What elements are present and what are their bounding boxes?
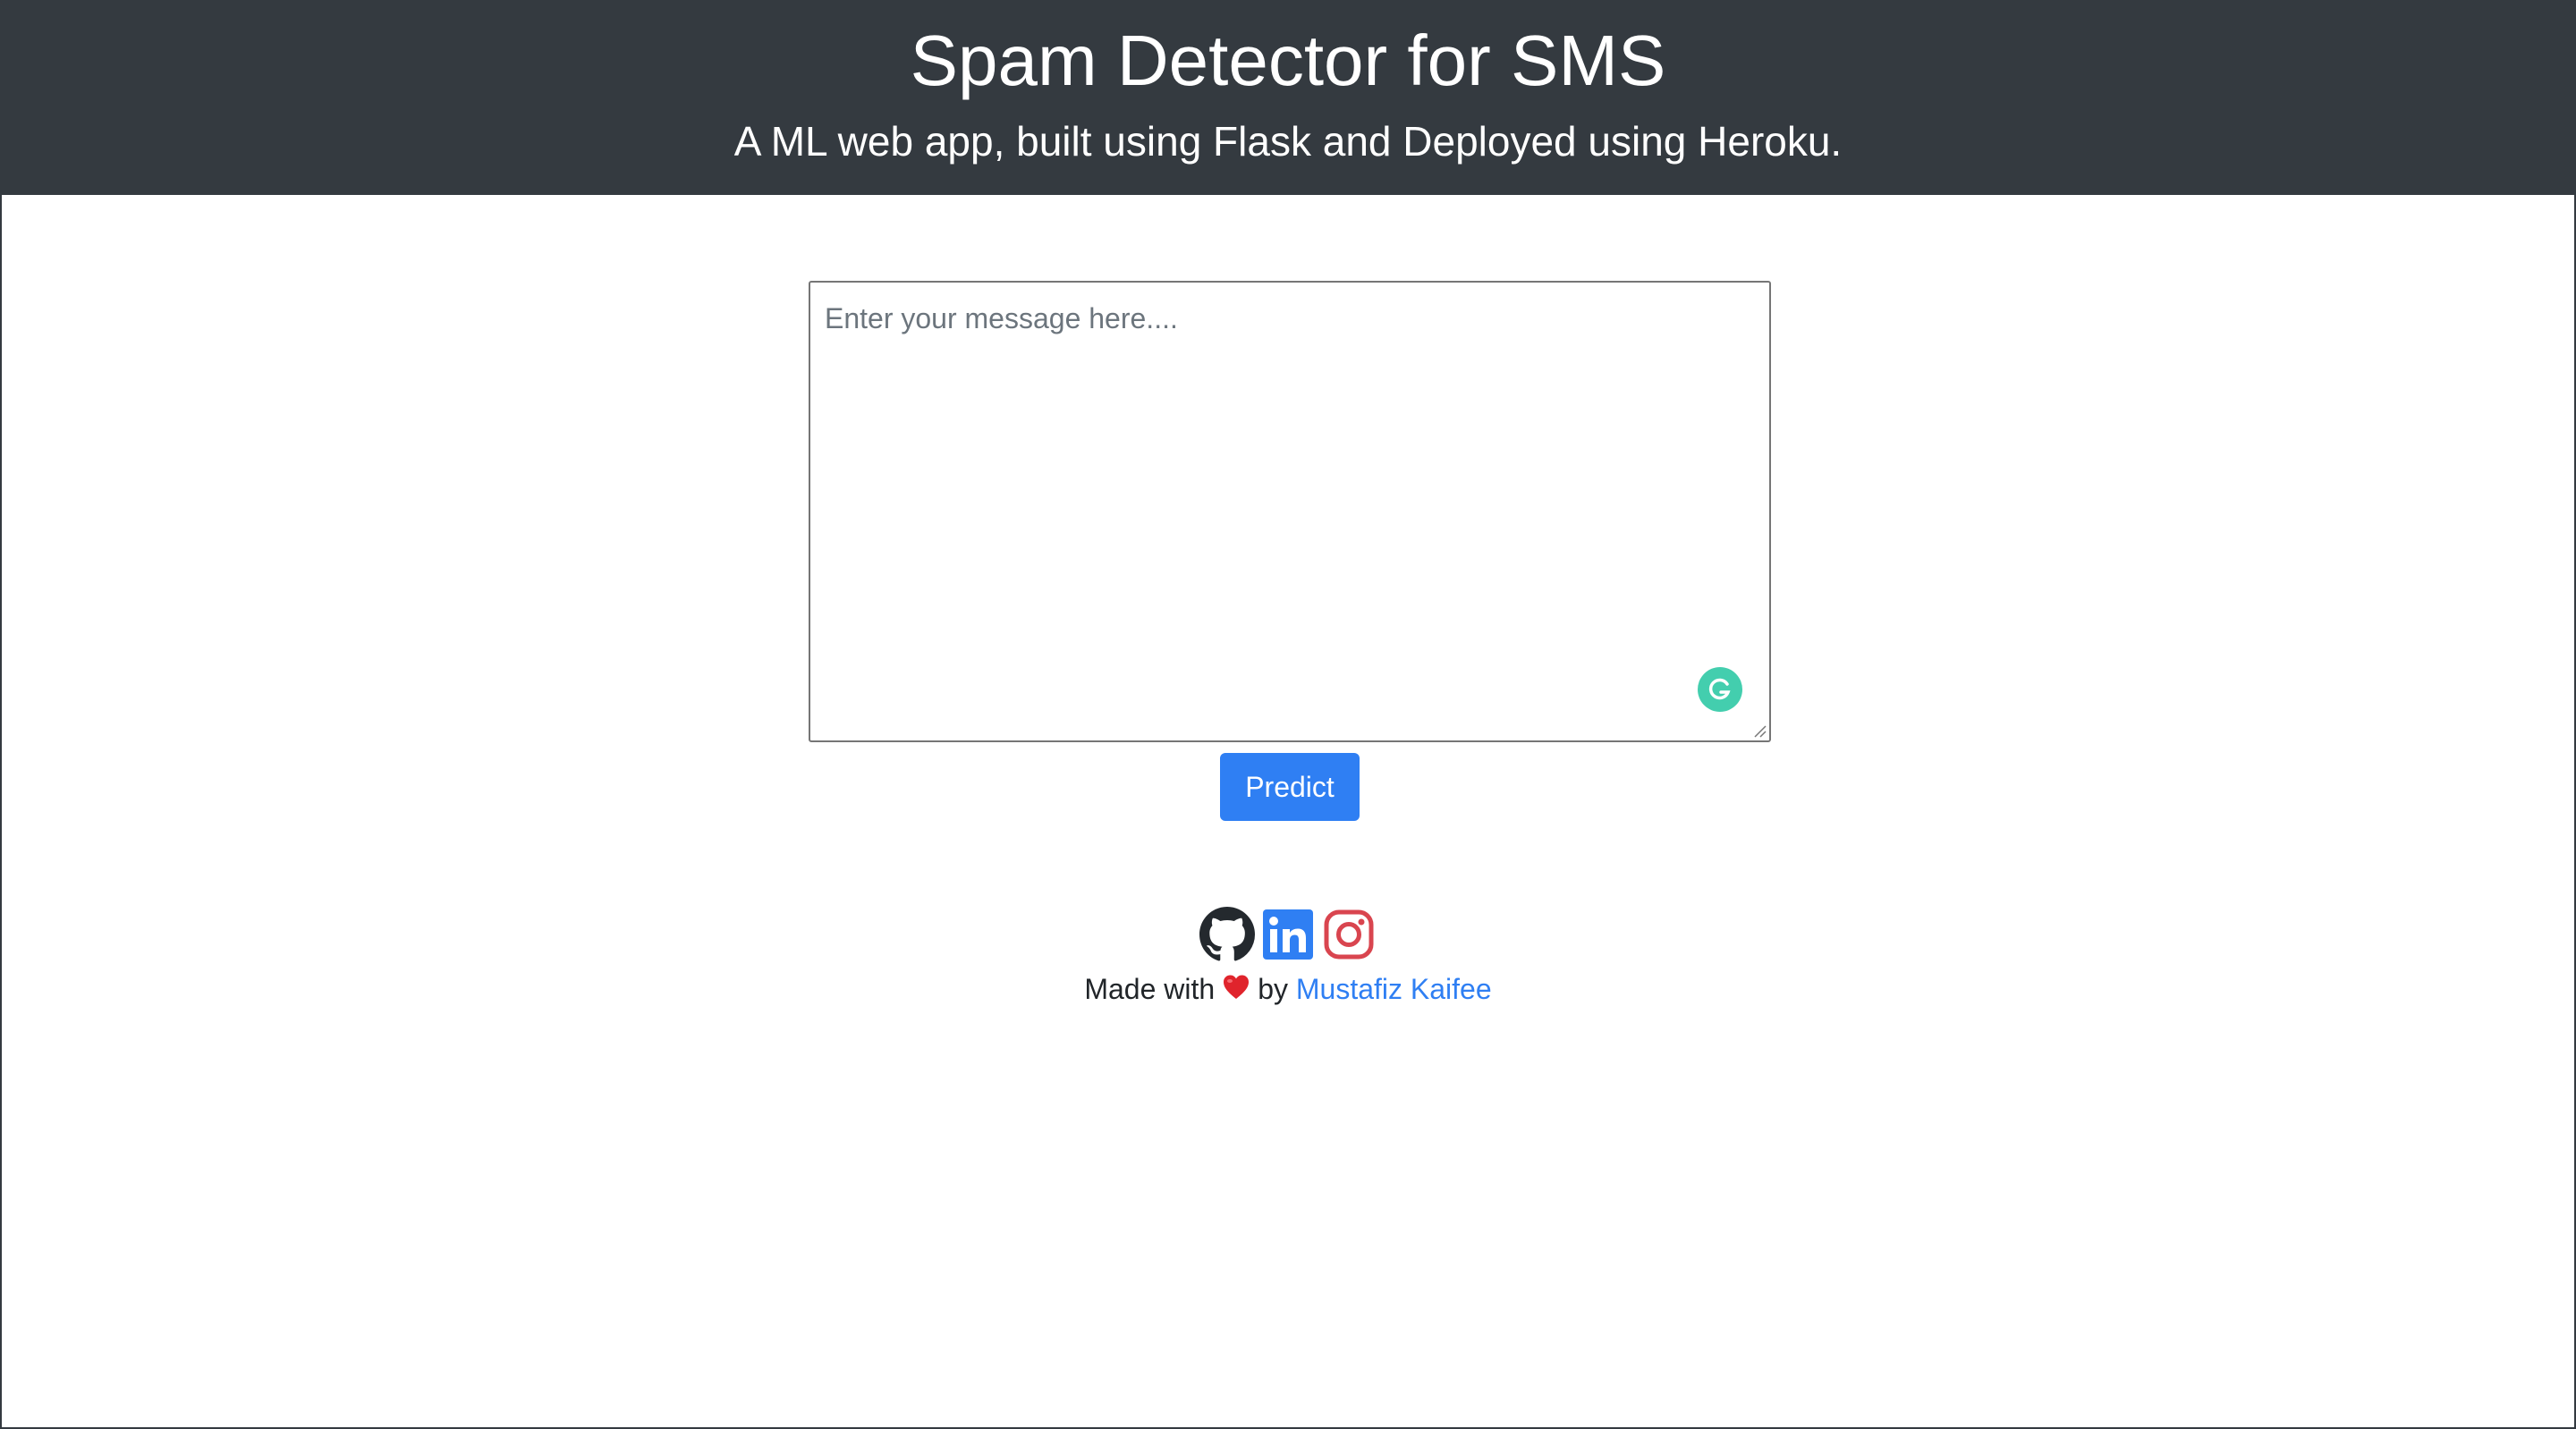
linkedin-icon bbox=[1263, 909, 1313, 960]
message-input[interactable] bbox=[810, 283, 1769, 740]
message-box bbox=[809, 281, 1771, 742]
social-links bbox=[2, 907, 2574, 964]
grammarly-icon[interactable] bbox=[1698, 667, 1742, 712]
page-title: Spam Detector for SMS bbox=[910, 21, 1666, 100]
github-link[interactable] bbox=[1199, 907, 1255, 962]
github-icon bbox=[1199, 907, 1255, 961]
made-with-text: Made with bbox=[1084, 973, 1216, 1005]
instagram-link[interactable] bbox=[1321, 907, 1377, 962]
linkedin-link[interactable] bbox=[1260, 907, 1316, 962]
page: Spam Detector for SMS A ML web app, buil… bbox=[0, 0, 2576, 1429]
page-subtitle: A ML web app, built using Flask and Depl… bbox=[733, 118, 1843, 165]
predict-button[interactable]: Predict bbox=[1220, 753, 1360, 821]
resize-handle-icon[interactable] bbox=[1751, 723, 1767, 739]
author-link[interactable]: Mustafiz Kaifee bbox=[1296, 973, 1492, 1005]
instagram-icon bbox=[1324, 909, 1374, 960]
footer-credit: Made with by Mustafiz Kaifee bbox=[2, 971, 2574, 1009]
page-header: Spam Detector for SMS A ML web app, buil… bbox=[2, 0, 2574, 195]
heart-icon bbox=[1222, 973, 1250, 1009]
by-text: by bbox=[1258, 973, 1288, 1005]
